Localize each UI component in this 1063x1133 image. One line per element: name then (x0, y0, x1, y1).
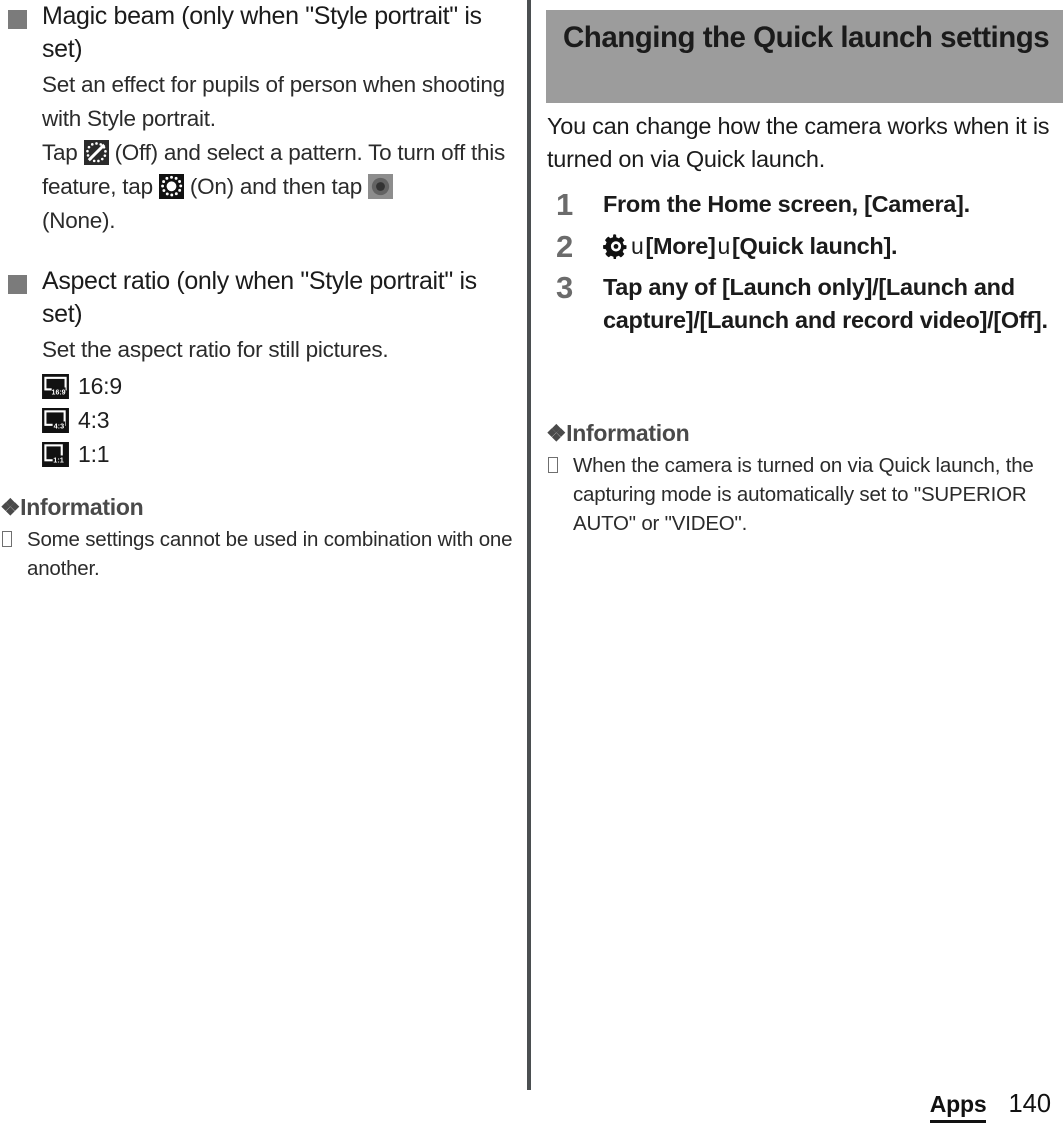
aspect-ratio-4-3-icon: 4:3 (42, 407, 69, 433)
column-divider (527, 0, 531, 1090)
diamond-icon: ❖ (546, 420, 567, 446)
section-magic-beam: Magic beam (only when "Style portrait" i… (0, 0, 515, 238)
square-bullet-icon (8, 275, 27, 294)
aspect-ratio-16-9-icon: 16:9 (42, 373, 69, 399)
svg-text:16:9: 16:9 (52, 389, 66, 396)
step-text: From the Home screen, [Camera]. (603, 191, 970, 217)
ratio-label: 4:3 (78, 406, 110, 433)
magic-beam-none-text: (None). (42, 208, 116, 233)
information-block-right: ❖Information When the camera is turned o… (546, 418, 1063, 538)
step-number: 2 (556, 229, 574, 264)
section-title: Aspect ratio (only when "Style portrait"… (42, 267, 477, 328)
svg-text:1:1: 1:1 (53, 455, 64, 464)
svg-text:4:3: 4:3 (54, 421, 65, 430)
steps-list: 1 From the Home screen, [Camera]. 2 u[Mo… (546, 187, 1063, 339)
information-heading-label: Information (20, 494, 144, 520)
information-item-text: Some settings cannot be used in combinat… (27, 528, 513, 580)
section-body: Set an effect for pupils of person when … (42, 68, 515, 238)
intro-paragraph: You can change how the camera works when… (547, 113, 1050, 172)
step-item: 3 Tap any of [Launch only]/[Launch and c… (546, 270, 1063, 337)
information-item: When the camera is turned on via Quick l… (546, 451, 1063, 538)
ratio-item: 4:3 4:3 (42, 403, 515, 437)
chapter-heading-text: Changing the Quick launch settings (563, 21, 1050, 54)
manual-page: Magic beam (only when "Style portrait" i… (0, 0, 1063, 1133)
ratio-label: 16:9 (78, 372, 122, 399)
step-part-2: [Quick launch]. (732, 233, 898, 259)
bullet-box-icon (548, 457, 558, 473)
page-footer: Apps 140 (929, 1090, 1051, 1123)
information-heading-label: Information (566, 420, 690, 446)
step-number: 3 (556, 270, 574, 305)
chapter-heading-band: Changing the Quick launch settings (546, 10, 1063, 103)
step-number: 1 (556, 187, 574, 222)
ratio-item: 1:1 1:1 (42, 437, 515, 471)
information-heading: ❖Information (0, 492, 515, 522)
magic-beam-description: Set an effect for pupils of person when … (42, 72, 505, 131)
step-text: u[More]u[Quick launch]. (603, 230, 1063, 263)
step-text: Tap any of [Launch only]/[Launch and cap… (603, 274, 1048, 333)
diamond-icon: ❖ (0, 494, 21, 520)
footer-page-number: 140 (1008, 1090, 1051, 1118)
magic-beam-on-text: (On) and then tap (189, 174, 362, 199)
footer-chapter-label: Apps (929, 1091, 987, 1123)
step-part-1: [More] (645, 233, 716, 259)
section-title: Magic beam (only when "Style portrait" i… (42, 2, 482, 63)
section-body: Set the aspect ratio for still pictures. (42, 333, 515, 367)
step-item: 1 From the Home screen, [Camera]. (546, 187, 1063, 222)
step-item: 2 u[More]u[Quick launch]. (546, 229, 1063, 264)
information-heading: ❖Information (546, 418, 1063, 448)
settings-gear-icon (603, 233, 629, 259)
ratio-item: 16:9 16:9 (42, 369, 515, 403)
information-item-text: When the camera is turned on via Quick l… (573, 454, 1034, 535)
information-block-left: ❖Information Some settings cannot be use… (0, 492, 515, 583)
step-arrow: u (631, 233, 644, 259)
magic-beam-on-icon (158, 174, 184, 199)
magic-beam-none-icon (368, 174, 394, 199)
ratio-label: 1:1 (78, 440, 110, 467)
square-bullet-icon (8, 10, 27, 29)
left-column: Magic beam (only when "Style portrait" i… (0, 0, 515, 583)
section-aspect-ratio: Aspect ratio (only when "Style portrait"… (0, 265, 515, 471)
step-arrow: u (717, 233, 731, 259)
information-item: Some settings cannot be used in combinat… (0, 525, 515, 583)
aspect-ratio-description: Set the aspect ratio for still pictures. (42, 337, 389, 362)
bullet-box-icon (2, 531, 12, 547)
tap-prefix: Tap (42, 140, 78, 165)
aspect-ratio-1-1-icon: 1:1 (42, 441, 69, 467)
magic-beam-off-icon (83, 140, 109, 165)
